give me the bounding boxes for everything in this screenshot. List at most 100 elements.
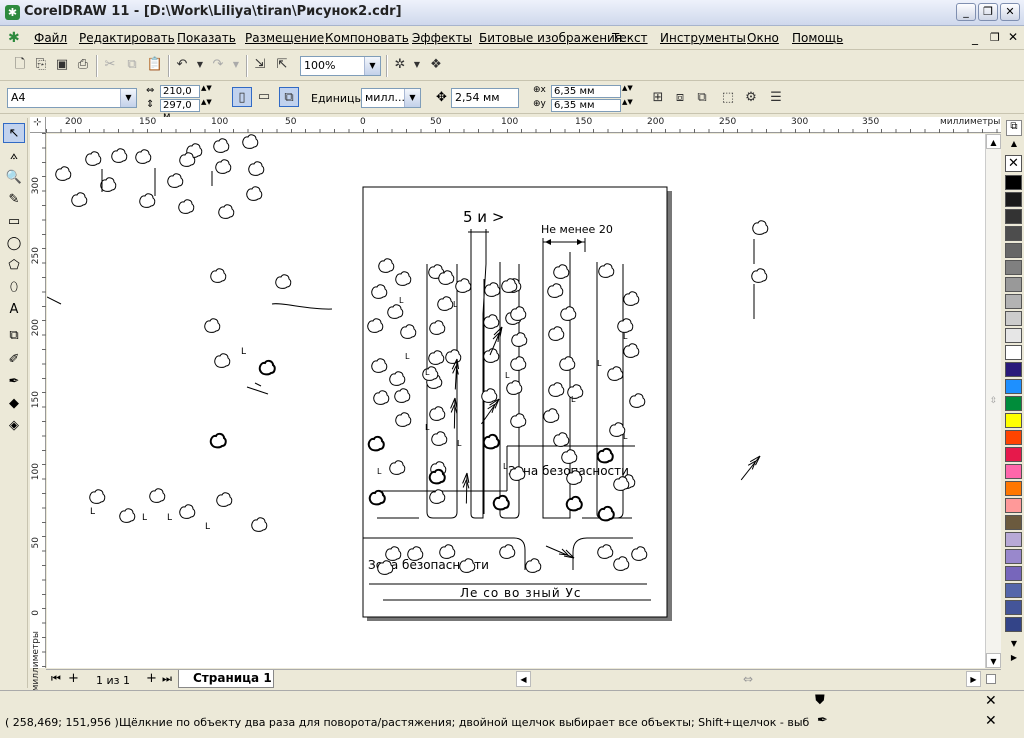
color-swatch[interactable] [1005, 617, 1022, 632]
menu-bitmaps[interactable]: Битовые изображения [479, 31, 622, 45]
vertical-ruler[interactable]: 300 250 200 150 100 50 0 миллиметры [30, 133, 46, 691]
import-icon[interactable]: ⇲ [250, 55, 270, 75]
redo-icon[interactable]: ↷ [208, 55, 228, 75]
units-combo[interactable]: милл... ▼ [361, 88, 421, 108]
doc-close-icon[interactable]: ✕ [1008, 30, 1018, 44]
color-swatch[interactable] [1005, 379, 1022, 394]
interactive-blend-tool-icon[interactable]: ⧉ [3, 326, 25, 346]
color-swatch[interactable] [1005, 498, 1022, 513]
vertical-scrollbar[interactable]: ▲ ⇳ ▼ [985, 134, 1001, 668]
no-fill-swatch-icon[interactable]: ✕ [985, 693, 997, 709]
undo-icon[interactable]: ↶ [172, 55, 192, 75]
text-tool-icon[interactable]: A [3, 300, 25, 320]
add-page-before-icon[interactable]: + [68, 671, 79, 686]
color-swatch[interactable] [1005, 583, 1022, 598]
interactive-fill-tool-icon[interactable]: ◈ [3, 416, 25, 436]
align-icon[interactable]: ☰ [766, 88, 786, 108]
h-scroll-thumb-icon[interactable]: ⇔ [743, 672, 753, 686]
eyedropper-tool-icon[interactable]: ✐ [3, 350, 25, 370]
chevron-down-icon[interactable]: ▼ [120, 89, 136, 107]
palette-expand-icon[interactable]: ▶ [1006, 653, 1022, 665]
menu-window[interactable]: Окно [747, 31, 779, 45]
menu-file[interactable]: Файл [34, 31, 67, 45]
spin-up-icon[interactable]: ▲▼ [201, 84, 212, 92]
spin-up-icon[interactable]: ▲▼ [201, 98, 212, 106]
scroll-up-icon[interactable]: ▲ [986, 134, 1001, 149]
corel-online-icon[interactable]: ❖ [426, 55, 446, 75]
page-height-field[interactable]: 297,0 м [160, 99, 200, 122]
zoom-combo[interactable]: 100% ▼ [300, 56, 381, 76]
menu-tools[interactable]: Инструменты [660, 31, 746, 45]
horizontal-ruler[interactable]: 200 150 100 50 0 50 100 150 200 250 300 … [46, 117, 1001, 133]
new-icon[interactable]: 🗋 [10, 55, 30, 75]
menu-edit[interactable]: Редактировать [79, 31, 175, 45]
open-icon[interactable]: ⎘ [31, 55, 51, 75]
color-swatch[interactable] [1005, 209, 1022, 224]
color-swatch[interactable] [1005, 311, 1022, 326]
color-swatch[interactable] [1005, 277, 1022, 292]
color-swatch[interactable] [1005, 396, 1022, 411]
rectangle-tool-icon[interactable]: ▭ [3, 212, 25, 232]
menu-help[interactable]: Помощь [792, 31, 843, 45]
no-outline-swatch-icon[interactable]: ✕ [985, 713, 997, 729]
spin-up-icon[interactable]: ▲▼ [622, 98, 633, 106]
minimize-button[interactable]: _ [956, 3, 976, 21]
color-swatch[interactable] [1005, 515, 1022, 530]
palette-scroll-down-icon[interactable]: ▼ [1006, 639, 1022, 651]
undo-dropdown-icon[interactable]: ▼ [190, 55, 210, 75]
color-swatch[interactable] [1005, 481, 1022, 496]
color-swatch[interactable] [1005, 566, 1022, 581]
chevron-down-icon[interactable]: ▼ [364, 57, 380, 75]
spin-up-icon[interactable]: ▲▼ [622, 84, 633, 92]
chevron-down-icon[interactable]: ▼ [404, 89, 420, 107]
no-color-swatch[interactable]: ✕ [1005, 155, 1022, 172]
snap-objects-icon[interactable]: ⧉ [692, 88, 712, 108]
last-page-icon[interactable]: ⏭ [162, 672, 172, 686]
menu-arrange[interactable]: Компоновать [325, 31, 409, 45]
color-swatch[interactable] [1005, 362, 1022, 377]
snap-grid-icon[interactable]: ⊞ [648, 88, 668, 108]
color-swatch[interactable] [1005, 260, 1022, 275]
pick-tool-icon[interactable]: ↖ [3, 123, 25, 143]
color-swatch[interactable] [1005, 600, 1022, 615]
color-swatch[interactable] [1005, 243, 1022, 258]
polygon-tool-icon[interactable]: ⬠ [3, 256, 25, 276]
menu-view[interactable]: Показать [177, 31, 236, 45]
maximize-button[interactable]: ❐ [978, 3, 998, 21]
treat-as-filled-icon[interactable]: ⬚ [718, 88, 738, 108]
portrait-icon[interactable]: ▯ [232, 87, 252, 107]
tab-page-1[interactable]: Страница 1 [178, 670, 274, 688]
all-pages-icon[interactable]: ⧉ [279, 87, 299, 107]
basic-shapes-tool-icon[interactable]: ⬯ [3, 278, 25, 298]
save-icon[interactable]: ▣ [52, 55, 72, 75]
redo-dropdown-icon[interactable]: ▼ [226, 55, 246, 75]
scroll-down-icon[interactable]: ▼ [986, 653, 1001, 668]
drawing-canvas[interactable]: L L L L L 5 и > Не менее 20 Зона безопас… [47, 134, 987, 668]
color-swatch[interactable] [1005, 430, 1022, 445]
color-swatch[interactable] [1005, 447, 1022, 462]
color-swatch[interactable] [1005, 464, 1022, 479]
outline-tool-icon[interactable]: ✒ [3, 372, 25, 392]
first-page-icon[interactable]: ⏮ [51, 672, 61, 686]
color-swatch[interactable] [1005, 192, 1022, 207]
page-size-combo[interactable]: A4 ▼ [7, 88, 137, 108]
landscape-icon[interactable]: ▭ [254, 87, 274, 107]
color-swatch[interactable] [1005, 175, 1022, 190]
navigator-icon[interactable] [986, 674, 996, 684]
ruler-origin-icon[interactable]: ⊹ [30, 117, 46, 133]
doc-minimize-icon[interactable]: _ [972, 31, 978, 45]
scroll-thumb-icon[interactable]: ⇳ [986, 396, 1001, 410]
add-page-after-icon[interactable]: + [146, 671, 157, 686]
snap-guidelines-icon[interactable]: ⧈ [670, 88, 690, 108]
nudge-field[interactable]: 2,54 мм [451, 88, 519, 108]
menu-effects[interactable]: Эффекты [412, 31, 472, 45]
page-width-field[interactable]: 210,0 м [160, 85, 200, 108]
export-icon[interactable]: ⇱ [272, 55, 292, 75]
menu-text[interactable]: Текст [612, 31, 648, 45]
close-button[interactable]: ✕ [1000, 3, 1020, 21]
paste-icon[interactable]: 📋 [145, 55, 165, 75]
color-swatch[interactable] [1005, 345, 1022, 360]
palette-menu-icon[interactable]: ⧉ [1006, 120, 1022, 136]
doc-restore-icon[interactable]: ❐ [990, 31, 1000, 44]
scroll-left-icon[interactable]: ◀ [516, 671, 531, 687]
